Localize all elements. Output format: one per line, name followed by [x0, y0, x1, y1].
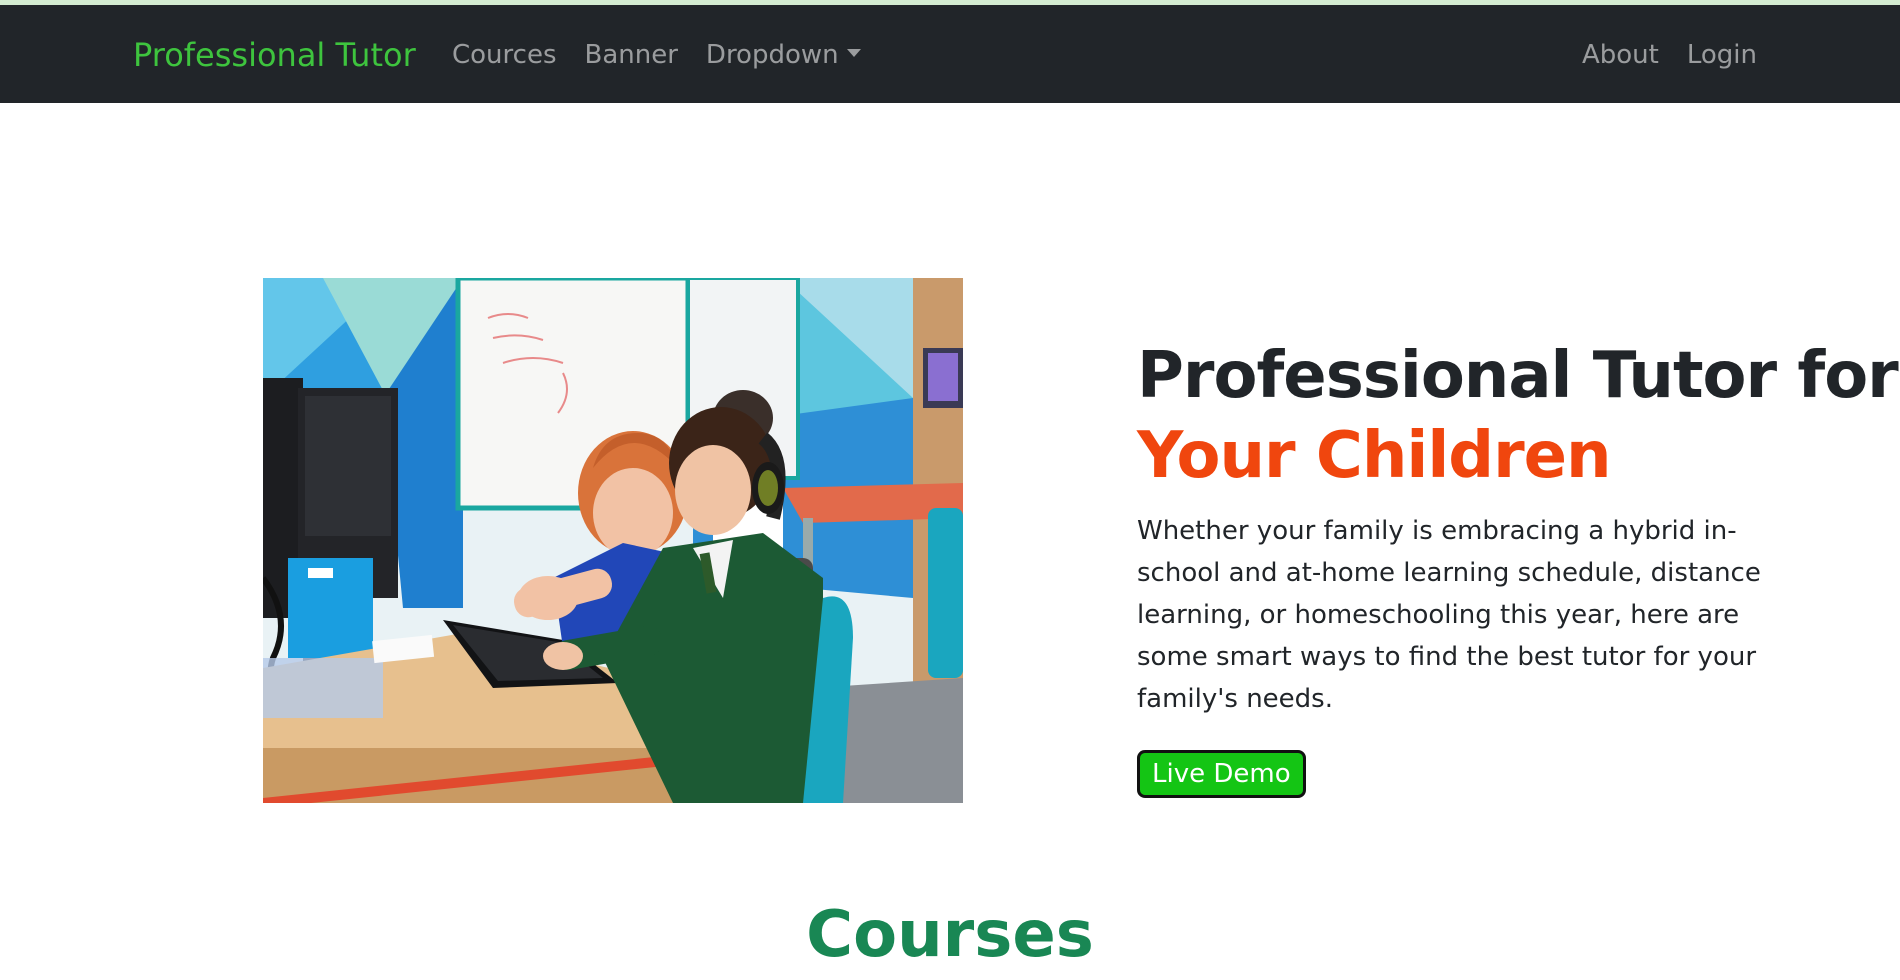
nav-right-links: About Login: [1582, 5, 1757, 105]
nav-link-about[interactable]: About: [1582, 5, 1659, 105]
nav-dropdown-toggle[interactable]: Dropdown: [706, 5, 861, 105]
courses-section-title: Courses: [806, 898, 1094, 972]
nav-left-links: Cources Banner Dropdown: [452, 5, 861, 105]
hero-image: [263, 278, 963, 803]
nav-link-login[interactable]: Login: [1687, 5, 1757, 105]
brand-link[interactable]: Professional Tutor: [133, 5, 416, 105]
hero-lead-text: Whether your family is embracing a hybri…: [1137, 516, 1761, 714]
hero-headline-line1: Professional Tutor for: [1137, 339, 1899, 413]
nav-dropdown-label: Dropdown: [705, 40, 839, 70]
live-demo-button[interactable]: Live Demo: [1137, 750, 1306, 798]
hero-headline-accent: Your Children: [1137, 419, 1612, 493]
nav-link-cources[interactable]: Cources: [452, 5, 557, 105]
hero-headline: Professional Tutor for Your Children: [1137, 336, 1899, 496]
navbar: Professional Tutor Cources Banner Dropdo…: [0, 5, 1900, 103]
caret-down-icon: [846, 49, 861, 57]
nav-link-banner[interactable]: Banner: [585, 5, 678, 105]
hero-text-block: Professional Tutor for Your Children Whe…: [1137, 336, 1899, 798]
